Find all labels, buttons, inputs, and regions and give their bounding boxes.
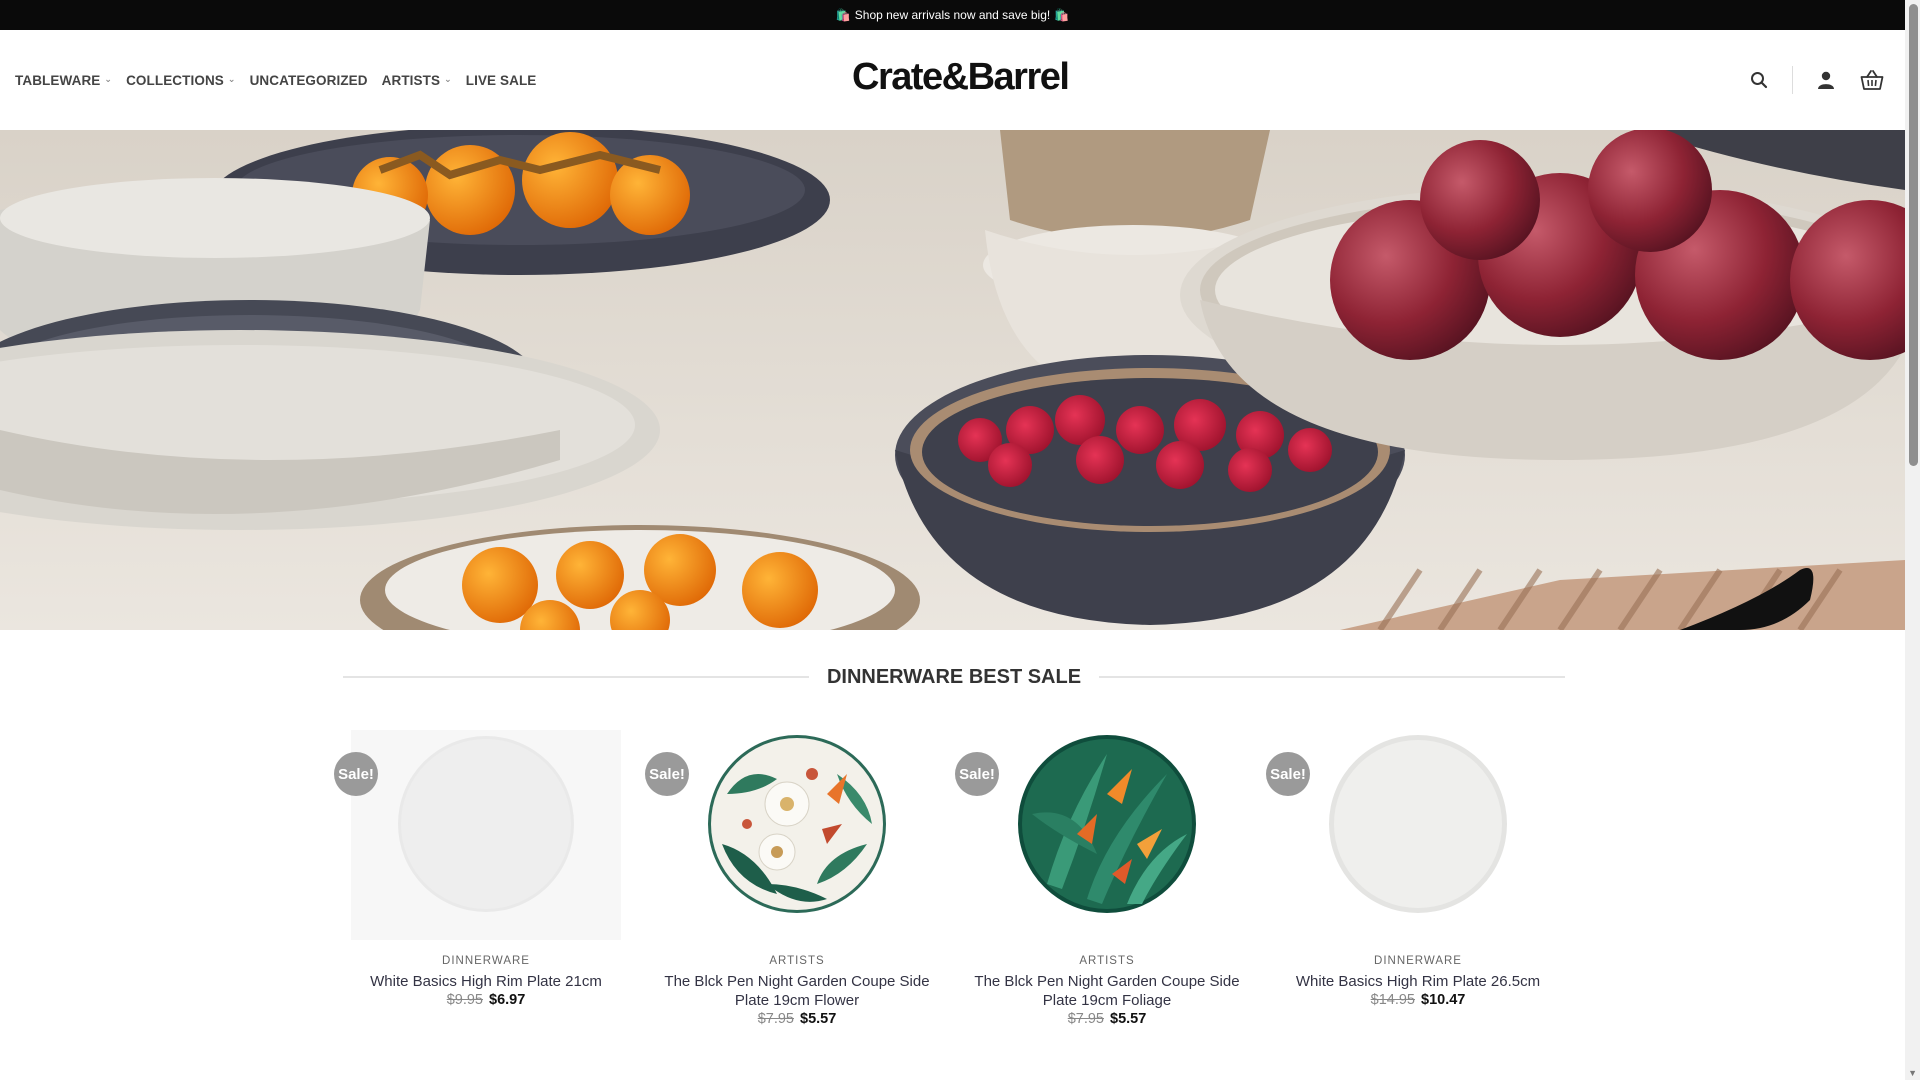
product-name[interactable]: The Blck Pen Night Garden Coupe Side Pla…	[962, 972, 1252, 1010]
sale-badge: Sale!	[334, 752, 378, 796]
product-card[interactable]: Sale! DINNERWARE White Basics High Rim P…	[334, 730, 631, 1008]
chevron-down-icon: ⌄	[227, 73, 236, 84]
basket-icon[interactable]	[1859, 67, 1885, 93]
nav-label: UNCATEGORIZED	[249, 72, 368, 88]
section-title: DINNERWARE BEST SALE	[826, 665, 1082, 688]
product-category[interactable]: DINNERWARE	[341, 955, 631, 967]
header-divider	[1792, 66, 1793, 94]
nav-item-artists[interactable]: ARTISTS ⌄	[382, 73, 452, 88]
product-price: $7.95 $5.57	[652, 1011, 942, 1027]
scrollbar-thumb[interactable]	[1909, 4, 1918, 466]
product-category[interactable]: ARTISTS	[962, 955, 1252, 967]
nav-item-uncategorized[interactable]: UNCATEGORIZED	[250, 73, 368, 88]
product-image[interactable]: Sale!	[645, 730, 942, 940]
product-image[interactable]: Sale!	[334, 730, 631, 940]
nav-item-tableware[interactable]: TABLEWARE ⌄	[15, 73, 112, 88]
product-category[interactable]: DINNERWARE	[1273, 955, 1563, 967]
nav-item-collections[interactable]: COLLECTIONS ⌄	[126, 73, 236, 88]
product-name[interactable]: The Blck Pen Night Garden Coupe Side Pla…	[652, 972, 942, 1010]
divider-line	[343, 676, 809, 678]
scroll-down-icon[interactable]: ▼	[1908, 1068, 1917, 1078]
announcement-text[interactable]: Shop new arrivals now and save big!	[855, 8, 1050, 22]
nav-item-live-sale[interactable]: LIVE SALE	[466, 73, 537, 88]
product-image[interactable]: Sale!	[1266, 730, 1563, 940]
product-card[interactable]: Sale! ARTISTS The Blck Pen Night Garden …	[955, 730, 1252, 1027]
hero-dinnerware-image	[0, 130, 1905, 630]
shopping-bag-icon: 🛍️	[835, 8, 851, 22]
foliage-plate-image	[1018, 735, 1196, 913]
site-header: TABLEWARE ⌄ COLLECTIONS ⌄ UNCATEGORIZED …	[0, 30, 1905, 131]
sale-price: $10.47	[1421, 992, 1466, 1008]
product-card[interactable]: Sale! DINNERWARE White Basics High Rim P…	[1266, 730, 1563, 1008]
user-icon[interactable]	[1813, 67, 1839, 93]
product-name[interactable]: White Basics High Rim Plate 21cm	[341, 972, 631, 991]
original-price: $9.95	[446, 992, 483, 1008]
divider-line	[1099, 676, 1566, 678]
hero-banner[interactable]	[0, 130, 1905, 630]
sale-price: $6.97	[489, 992, 526, 1008]
original-price: $7.95	[757, 1011, 794, 1027]
product-image[interactable]: Sale!	[955, 730, 1252, 940]
page-scrollbar[interactable]: ▼	[1905, 0, 1920, 1080]
nav-label: COLLECTIONS	[126, 72, 224, 88]
white-plate-image	[398, 736, 574, 912]
product-price: $7.95 $5.57	[962, 1011, 1252, 1027]
flower-plate-image	[708, 735, 886, 913]
product-price: $9.95 $6.97	[341, 992, 631, 1008]
announcement-bar: 🛍️ Shop new arrivals now and save big! 🛍…	[0, 0, 1905, 30]
sale-badge: Sale!	[645, 752, 689, 796]
original-price: $14.95	[1370, 992, 1415, 1008]
sale-price: $5.57	[1110, 1011, 1147, 1027]
main-nav: TABLEWARE ⌄ COLLECTIONS ⌄ UNCATEGORIZED …	[15, 30, 536, 130]
site-logo[interactable]: Crate&Barrel	[852, 56, 1070, 99]
header-actions	[1746, 30, 1885, 130]
white-plate-image	[1329, 735, 1507, 913]
nav-label: TABLEWARE	[15, 72, 101, 88]
sale-price: $5.57	[800, 1011, 837, 1027]
product-name[interactable]: White Basics High Rim Plate 26.5cm	[1273, 972, 1563, 991]
chevron-down-icon: ⌄	[104, 73, 113, 84]
original-price: $7.95	[1067, 1011, 1104, 1027]
product-category[interactable]: ARTISTS	[652, 955, 942, 967]
nav-label: ARTISTS	[381, 72, 441, 88]
sale-badge: Sale!	[955, 752, 999, 796]
product-card[interactable]: Sale! ARTISTS The Blck Pen Night Garden …	[645, 730, 942, 1027]
section-header: DINNERWARE BEST SALE	[343, 662, 1566, 692]
product-price: $14.95 $10.47	[1273, 992, 1563, 1008]
search-icon[interactable]	[1746, 67, 1772, 93]
chevron-down-icon: ⌄	[444, 73, 452, 84]
sale-badge: Sale!	[1266, 752, 1310, 796]
nav-label: LIVE SALE	[465, 72, 537, 88]
shopping-bag-icon: 🛍️	[1054, 8, 1070, 22]
